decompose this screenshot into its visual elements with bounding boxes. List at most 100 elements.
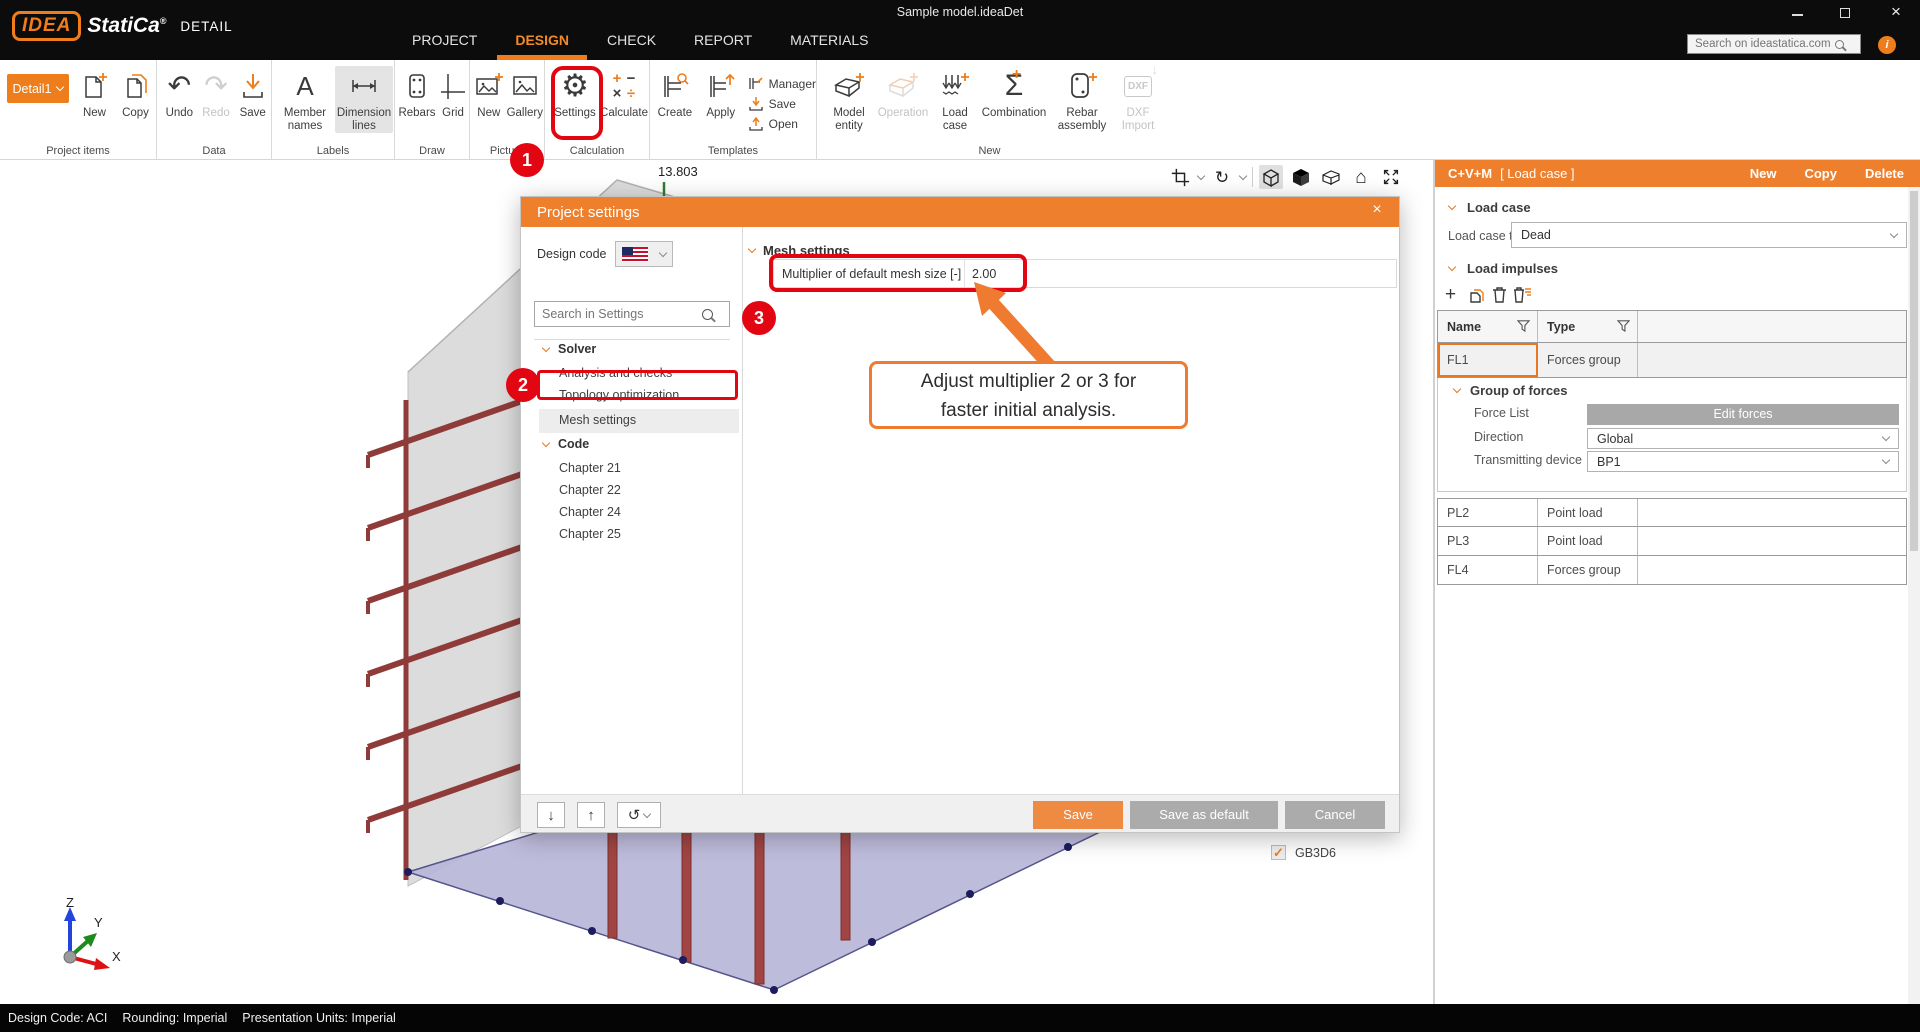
section-view-button[interactable] xyxy=(1319,165,1343,189)
crop-view-button[interactable] xyxy=(1168,165,1192,189)
cell-name[interactable]: PL2 xyxy=(1438,499,1538,526)
table-row-pl2[interactable]: PL2 Point load xyxy=(1437,498,1907,527)
tab-check[interactable]: CHECK xyxy=(607,32,656,54)
tree-item-mesh-settings[interactable]: Mesh settings xyxy=(559,413,636,427)
ribbon-button-grid[interactable]: Grid xyxy=(438,66,468,120)
load-impulses-collapse-icon[interactable] xyxy=(1448,263,1456,271)
collapse-icon xyxy=(748,245,756,253)
tab-design[interactable]: DESIGN xyxy=(515,32,569,54)
delete-impulse-button[interactable] xyxy=(1491,286,1508,304)
column-header-type[interactable]: Type xyxy=(1538,311,1638,342)
edit-forces-button[interactable]: Edit forces xyxy=(1587,404,1899,425)
cell-type[interactable]: Point load xyxy=(1538,499,1638,526)
filter-icon[interactable] xyxy=(1617,319,1630,335)
cell-name[interactable]: FL1 xyxy=(1438,343,1538,377)
ribbon-button-rebar-assembly[interactable]: Rebar assembly xyxy=(1050,66,1114,133)
tree-item-chapter-22[interactable]: Chapter 22 xyxy=(559,483,621,497)
ribbon-button-template-manager[interactable]: Manager xyxy=(748,76,816,92)
save-button[interactable]: Save xyxy=(1033,801,1123,829)
ribbon-button-save[interactable]: Save xyxy=(235,66,270,120)
ribbon-button-picture-new[interactable]: New xyxy=(473,66,505,120)
home-view-button[interactable]: ⌂ xyxy=(1349,165,1373,189)
tab-project[interactable]: PROJECT xyxy=(412,32,477,54)
column-header-name[interactable]: Name xyxy=(1438,311,1538,342)
info-button[interactable]: i xyxy=(1878,36,1896,54)
tree-item-chapter-24[interactable]: Chapter 24 xyxy=(559,505,621,519)
dialog-close-button[interactable]: × xyxy=(1367,201,1387,219)
maximize-button[interactable] xyxy=(1840,8,1850,18)
ribbon-button-template-open[interactable]: Open xyxy=(748,116,816,132)
tree-section-code[interactable]: Code xyxy=(543,437,589,451)
status-units: Presentation Units: Imperial xyxy=(242,1011,396,1025)
ribbon-button-gallery[interactable]: Gallery xyxy=(507,66,543,120)
orbit-button[interactable]: ↻ xyxy=(1210,165,1234,189)
ribbon-button-undo[interactable]: ↶ Undo xyxy=(162,66,197,120)
ribbon-button-load-case[interactable]: Load case xyxy=(932,66,978,133)
cell-type[interactable]: Forces group xyxy=(1538,556,1638,584)
design-code-dropdown[interactable] xyxy=(615,241,673,267)
ribbon-button-dimension-lines[interactable]: Dimension lines xyxy=(335,66,393,133)
web-search-box[interactable] xyxy=(1687,34,1861,54)
move-down-button[interactable]: ↓ xyxy=(537,802,565,828)
ribbon-button-rebars[interactable]: Rebars xyxy=(398,66,436,120)
solid-view-button[interactable] xyxy=(1289,165,1313,189)
layer-checkbox[interactable]: ✓ xyxy=(1271,845,1286,860)
load-case-type-dropdown[interactable]: Dead xyxy=(1511,222,1907,248)
reset-defaults-button[interactable]: ↺ xyxy=(617,802,661,828)
ribbon-button-model-entity[interactable]: Model entity xyxy=(824,66,874,133)
panel-delete-button[interactable]: Delete xyxy=(1865,166,1904,181)
dialog-title-bar[interactable]: Project settings xyxy=(521,197,1399,227)
table-row-fl4[interactable]: FL4 Forces group xyxy=(1437,556,1907,585)
minimize-button[interactable] xyxy=(1792,14,1803,16)
cell-name[interactable]: FL4 xyxy=(1438,556,1538,584)
layer-toggle-row[interactable]: ✓ GB3D6 xyxy=(1271,845,1336,860)
ribbon-button-create-template[interactable]: Create xyxy=(653,66,697,120)
crop-dropdown-chevron-icon[interactable] xyxy=(1197,171,1205,179)
panel-scrollbar[interactable] xyxy=(1908,187,1920,1004)
direction-dropdown[interactable]: Global xyxy=(1587,428,1899,449)
fit-view-button[interactable] xyxy=(1379,165,1403,189)
tab-report[interactable]: REPORT xyxy=(694,32,752,54)
save-as-default-button[interactable]: Save as default xyxy=(1130,801,1278,829)
settings-search-box[interactable] xyxy=(534,301,730,327)
ribbon-button-template-save[interactable]: Save xyxy=(748,96,816,112)
orbit-dropdown-chevron-icon[interactable] xyxy=(1239,171,1247,179)
cell-type[interactable]: Forces group xyxy=(1538,343,1638,377)
cancel-button[interactable]: Cancel xyxy=(1285,801,1385,829)
cell-name[interactable]: PL3 xyxy=(1438,527,1538,555)
mesh-settings-section[interactable]: Mesh settings xyxy=(749,243,850,258)
close-window-button[interactable]: × xyxy=(1886,2,1906,22)
move-up-button[interactable]: ↑ xyxy=(577,802,605,828)
add-impulse-button[interactable]: + xyxy=(1445,284,1456,306)
ribbon-button-apply-template[interactable]: Apply xyxy=(699,66,743,120)
tree-item-topology-optimization[interactable]: Topology optimization xyxy=(559,388,679,402)
panel-copy-button[interactable]: Copy xyxy=(1804,166,1837,181)
duplicate-impulse-button[interactable] xyxy=(1467,286,1485,304)
settings-search-input[interactable] xyxy=(542,307,702,321)
table-row-fl1[interactable]: FL1 Forces group xyxy=(1437,343,1907,378)
ribbon-button-copy-item[interactable]: Copy xyxy=(116,66,155,120)
wireframe-view-button[interactable] xyxy=(1259,165,1283,189)
web-search-input[interactable] xyxy=(1695,38,1835,50)
ribbon-button-settings[interactable]: ⚙ Settings xyxy=(552,66,598,120)
delete-all-impulses-button[interactable] xyxy=(1513,286,1532,304)
ribbon-button-calculate[interactable]: +−×÷ Calculate xyxy=(600,66,648,120)
detail1-dropdown-button[interactable]: Detail1 xyxy=(7,74,69,103)
table-row-pl3[interactable]: PL3 Point load xyxy=(1437,527,1907,556)
group-of-forces-collapse-icon[interactable] xyxy=(1453,385,1461,393)
tree-item-analysis-and-checks[interactable]: Analysis and checks xyxy=(559,366,672,380)
open-template-icon xyxy=(748,116,764,132)
transmitting-device-dropdown[interactable]: BP1 xyxy=(1587,451,1899,472)
filter-icon[interactable] xyxy=(1517,319,1530,335)
tree-item-chapter-25[interactable]: Chapter 25 xyxy=(559,527,621,541)
ribbon-button-member-names[interactable]: A Member names xyxy=(277,66,333,133)
tree-section-solver[interactable]: Solver xyxy=(543,342,596,356)
ribbon-button-new-item[interactable]: New xyxy=(75,66,114,120)
panel-new-button[interactable]: New xyxy=(1750,166,1777,181)
ribbon-button-combination[interactable]: Σ+ Combination xyxy=(980,66,1048,120)
tab-materials[interactable]: MATERIALS xyxy=(790,32,868,54)
scrollbar-thumb[interactable] xyxy=(1910,191,1918,551)
load-case-collapse-icon[interactable] xyxy=(1448,202,1456,210)
tree-item-chapter-21[interactable]: Chapter 21 xyxy=(559,461,621,475)
cell-type[interactable]: Point load xyxy=(1538,527,1638,555)
